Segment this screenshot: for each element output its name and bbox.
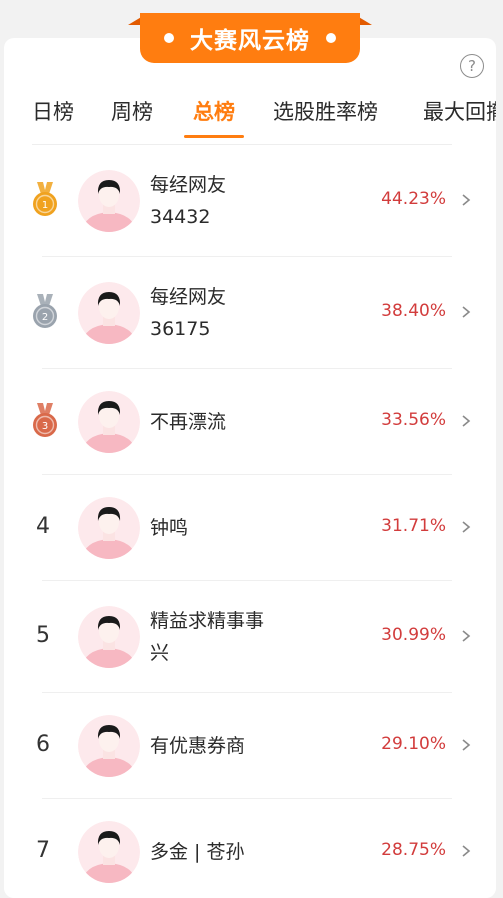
return-percent: 29.10%: [381, 734, 446, 754]
tab-max-drawdown[interactable]: 最大回撤: [423, 96, 496, 138]
leaderboard-card: ? 日榜 周榜 总榜 选股胜率榜 最大回撤 1 每经网友 34432 44.23…: [4, 38, 496, 898]
svg-text:1: 1: [42, 200, 48, 211]
banner-title: 大赛风云榜: [190, 28, 310, 54]
user-name-line2: 34432: [150, 206, 211, 228]
avatar[interactable]: [78, 282, 140, 344]
rank-number: 7: [36, 838, 50, 863]
return-percent: 31.71%: [381, 516, 446, 536]
silver-medal-icon: 2: [30, 294, 60, 332]
user-name-line1: 钟鸣: [150, 517, 189, 539]
avatar[interactable]: [78, 821, 140, 883]
tab-weekly[interactable]: 周榜: [111, 96, 153, 138]
svg-text:2: 2: [42, 312, 48, 323]
user-name: 不再漂流: [150, 406, 300, 438]
user-name-line1: 每经网友: [150, 174, 227, 196]
user-name-line1: 精益求精事事: [150, 610, 265, 632]
return-percent: 38.40%: [381, 301, 446, 321]
banner-label: 大赛风云榜: [140, 13, 360, 63]
user-name-line1: 不再漂流: [150, 411, 227, 433]
avatar[interactable]: [78, 715, 140, 777]
user-name: 有优惠券商: [150, 730, 300, 762]
user-name: 多金 | 苍孙: [150, 836, 300, 868]
user-name-line2: 兴: [150, 642, 170, 664]
ranking-tabs: 日榜 周榜 总榜 选股胜率榜 最大回撤: [4, 90, 496, 146]
chevron-right-icon[interactable]: [460, 306, 472, 318]
user-name: 精益求精事事 兴: [150, 605, 300, 669]
chevron-right-icon[interactable]: [460, 739, 472, 751]
return-percent: 28.75%: [381, 840, 446, 860]
tab-daily[interactable]: 日榜: [32, 96, 74, 138]
rank-number: 5: [36, 623, 50, 648]
tab-win-rate[interactable]: 选股胜率榜: [273, 96, 378, 138]
ranking-row[interactable]: 3 不再漂流 33.56%: [4, 369, 496, 475]
ranking-row[interactable]: 7 多金 | 苍孙 28.75%: [4, 799, 496, 898]
leaderboard-banner: 大赛风云榜: [128, 10, 372, 64]
bronze-medal-icon: 3: [30, 403, 60, 441]
chevron-right-icon[interactable]: [460, 630, 472, 642]
return-percent: 33.56%: [381, 410, 446, 430]
user-name-line1: 每经网友: [150, 286, 227, 308]
ranking-row[interactable]: 6 有优惠券商 29.10%: [4, 693, 496, 799]
ranking-row[interactable]: 2 每经网友 36175 38.40%: [4, 257, 496, 369]
chevron-right-icon[interactable]: [460, 521, 472, 533]
user-name-line1: 多金 | 苍孙: [150, 841, 245, 863]
user-name-line2: 36175: [150, 318, 211, 340]
avatar[interactable]: [78, 497, 140, 559]
ranking-row[interactable]: 4 钟鸣 31.71%: [4, 475, 496, 581]
chevron-right-icon[interactable]: [460, 845, 472, 857]
rank-number: 6: [36, 732, 50, 757]
gold-medal-icon: 1: [30, 182, 60, 220]
return-percent: 44.23%: [381, 189, 446, 209]
avatar[interactable]: [78, 606, 140, 668]
banner-dot-left: [164, 33, 174, 43]
chevron-right-icon[interactable]: [460, 415, 472, 427]
user-name: 每经网友 36175: [150, 281, 300, 345]
ranking-row[interactable]: 5 精益求精事事 兴 30.99%: [4, 581, 496, 693]
chevron-right-icon[interactable]: [460, 194, 472, 206]
user-name: 钟鸣: [150, 512, 300, 544]
ranking-row[interactable]: 1 每经网友 34432 44.23%: [4, 145, 496, 257]
return-percent: 30.99%: [381, 625, 446, 645]
user-name: 每经网友 34432: [150, 169, 300, 233]
avatar[interactable]: [78, 391, 140, 453]
banner-dot-right: [326, 33, 336, 43]
help-icon[interactable]: ?: [460, 54, 484, 78]
user-name-line1: 有优惠券商: [150, 735, 246, 757]
avatar[interactable]: [78, 170, 140, 232]
tab-overall[interactable]: 总榜: [193, 96, 235, 138]
rank-number: 4: [36, 514, 50, 539]
svg-text:3: 3: [42, 421, 48, 432]
